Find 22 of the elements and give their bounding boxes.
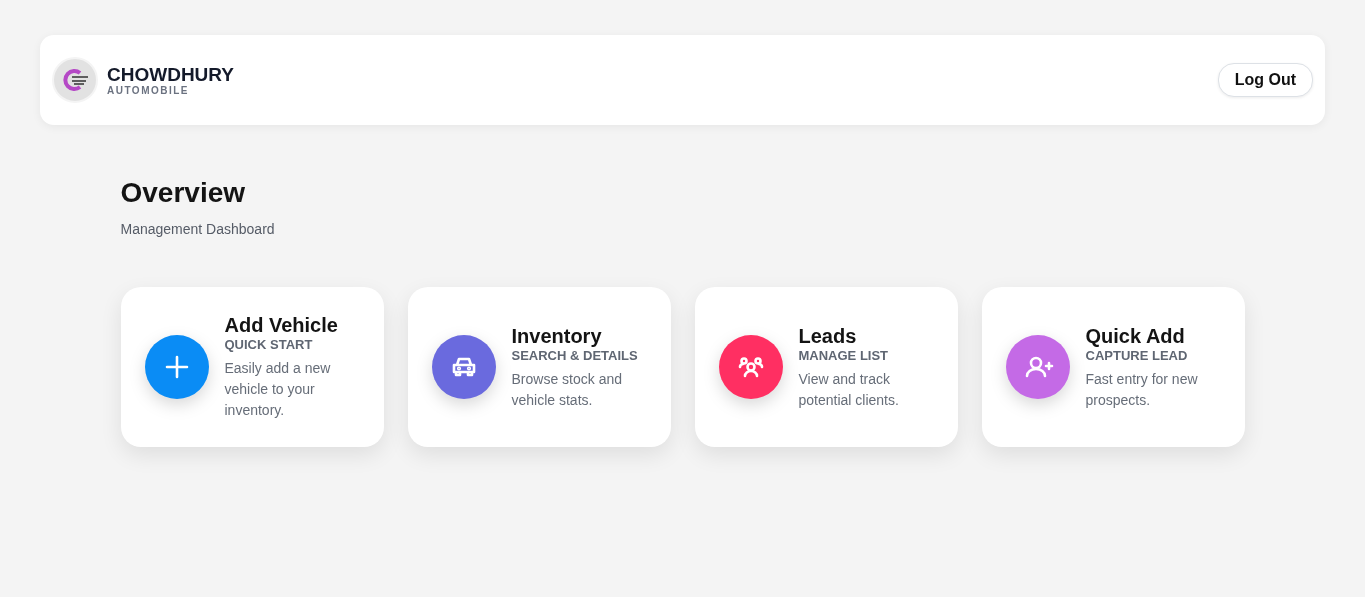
card-description: View and track potential clients. bbox=[798, 369, 900, 410]
logo-icon bbox=[52, 57, 98, 103]
page-title: Overview bbox=[120, 177, 247, 209]
action-card[interactable]: Leads MANAGE LIST View and track potential clients. bbox=[694, 287, 958, 447]
action-card[interactable]: Inventory SEARCH & DETAILS Browse stock and vehicle stats. bbox=[407, 287, 671, 447]
card-title: Inventory bbox=[511, 323, 603, 348]
card-description: Browse stock and vehicle stats. bbox=[511, 369, 623, 410]
brand-tagline: AUTOMOBILE bbox=[107, 84, 191, 96]
action-card[interactable]: Add Vehicle QUICK START Easily add a new vehicle to your inventory. bbox=[120, 287, 384, 447]
card-subtitle: SEARCH & DETAILS bbox=[511, 347, 639, 363]
logout-button[interactable]: Log Out bbox=[1217, 63, 1313, 97]
action-card[interactable]: Quick Add CAPTURE LEAD Fast entry for new prospects. bbox=[981, 287, 1245, 447]
card-description: Easily add a new vehicle to your inventory. bbox=[224, 359, 332, 420]
card-title: Leads bbox=[798, 323, 858, 348]
card-title: Add Vehicle bbox=[224, 313, 339, 337]
card-description: Fast entry for new prospects. bbox=[1085, 369, 1199, 410]
page-subtitle: Management Dashboard bbox=[120, 221, 276, 237]
card-subtitle: QUICK START bbox=[224, 337, 314, 352]
card-subtitle: CAPTURE LEAD bbox=[1085, 347, 1189, 363]
card-subtitle: MANAGE LIST bbox=[798, 347, 890, 363]
card-title: Quick Add bbox=[1085, 323, 1186, 348]
brand-name: CHOWDHURY bbox=[107, 64, 234, 85]
